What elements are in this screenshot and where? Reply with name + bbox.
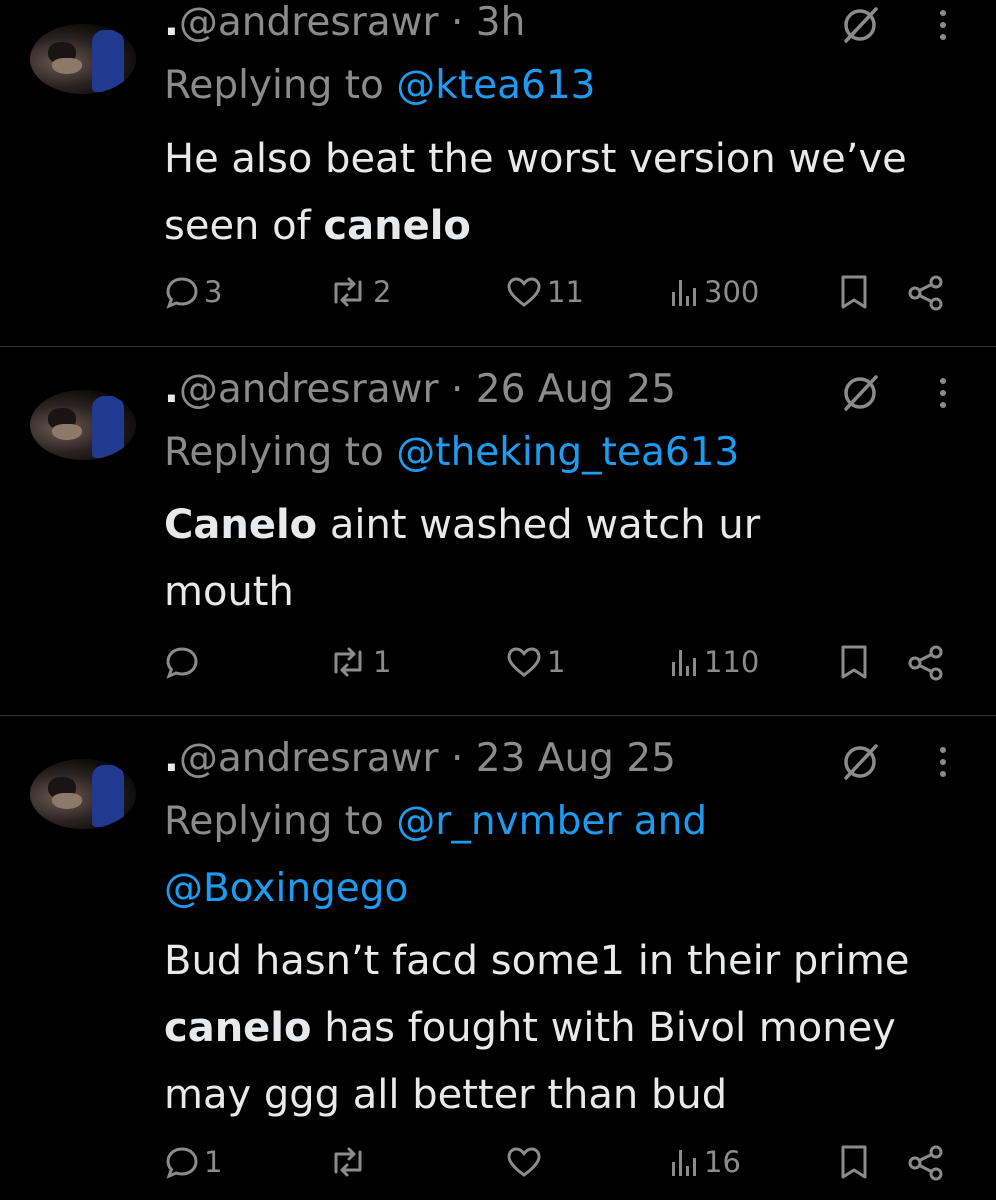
tweet-text: He also beat the worst version we’ve see… xyxy=(164,126,964,260)
like-button[interactable]: 1 xyxy=(505,644,565,680)
mention-link[interactable]: @Boxingego xyxy=(164,866,408,911)
mention-link[interactable]: @r_nvmber and xyxy=(396,799,707,844)
like-count: 1 xyxy=(547,645,566,679)
avatar[interactable] xyxy=(30,759,136,829)
text-highlight: canelo xyxy=(164,1005,312,1051)
share-icon[interactable] xyxy=(906,644,946,682)
repost-icon xyxy=(334,1147,362,1177)
timestamp[interactable]: 23 Aug 25 xyxy=(476,736,676,781)
like-button[interactable]: 11 xyxy=(505,274,584,310)
share-icon[interactable] xyxy=(906,1144,946,1182)
replying-to: Replying to @ktea613 xyxy=(164,52,596,119)
views-button[interactable]: 16 xyxy=(668,1144,741,1180)
heart-icon xyxy=(507,1147,541,1177)
repost-icon xyxy=(334,647,362,677)
views-button[interactable]: 300 xyxy=(668,274,759,310)
tweet[interactable]: .@andresrawr · 3h Replying to @ktea613 H… xyxy=(0,0,996,346)
like-button[interactable] xyxy=(505,1144,547,1180)
like-count: 11 xyxy=(547,275,584,309)
heart-icon xyxy=(507,277,541,307)
heart-icon xyxy=(507,647,541,677)
user-handle[interactable]: @andresrawr xyxy=(179,736,439,781)
repost-button[interactable]: 2 xyxy=(327,274,391,310)
repost-count: 2 xyxy=(373,275,392,309)
display-name[interactable]: . xyxy=(164,736,179,781)
tweet-header: .@andresrawr · 26 Aug 25 xyxy=(164,367,676,413)
views-icon xyxy=(672,650,696,676)
timestamp[interactable]: 3h xyxy=(476,0,526,45)
tweet-text: Canelo aint washed watch ur mouth xyxy=(164,492,864,626)
reply-count: 3 xyxy=(204,275,223,309)
mention-link[interactable]: @theking_tea613 xyxy=(396,430,739,475)
tweet-header: .@andresrawr · 23 Aug 25 xyxy=(164,736,676,782)
reply-count: 1 xyxy=(204,1145,223,1179)
reply-button[interactable]: 3 xyxy=(164,274,222,310)
avatar[interactable] xyxy=(30,24,136,94)
views-button[interactable]: 110 xyxy=(668,644,759,680)
display-name[interactable]: . xyxy=(164,0,179,45)
grok-icon[interactable] xyxy=(838,371,882,415)
bookmark-icon[interactable] xyxy=(838,644,870,680)
bookmark-icon[interactable] xyxy=(838,274,870,310)
repost-count: 1 xyxy=(373,645,392,679)
replying-to: Replying to @theking_tea613 xyxy=(164,419,739,486)
display-name[interactable]: . xyxy=(164,367,179,412)
action-bar: 1 16 xyxy=(0,1144,996,1194)
reply-icon xyxy=(166,1147,198,1179)
separator: · xyxy=(438,367,476,412)
bookmark-icon[interactable] xyxy=(838,1144,870,1180)
replying-to-label: Replying to xyxy=(164,63,397,108)
repost-button[interactable]: 1 xyxy=(327,644,391,680)
text-highlight: canelo xyxy=(323,203,471,249)
repost-icon xyxy=(334,277,362,307)
replying-to-label: Replying to xyxy=(164,430,397,475)
views-icon xyxy=(672,1150,696,1176)
tweet-header: .@andresrawr · 3h xyxy=(164,0,525,46)
user-handle[interactable]: @andresrawr xyxy=(179,367,439,412)
reply-icon xyxy=(166,647,198,679)
reply-button[interactable]: 1 xyxy=(164,1144,222,1180)
grok-icon[interactable] xyxy=(838,3,882,47)
avatar[interactable] xyxy=(30,390,136,460)
share-icon[interactable] xyxy=(906,274,946,312)
grok-icon[interactable] xyxy=(838,740,882,784)
text-highlight: Canelo xyxy=(164,502,318,548)
views-icon xyxy=(672,280,696,306)
user-handle[interactable]: @andresrawr xyxy=(179,0,439,45)
more-icon[interactable] xyxy=(928,371,958,415)
view-count: 16 xyxy=(704,1145,741,1179)
text-segment: Bud hasn’t facd some1 in their prime xyxy=(164,938,910,984)
separator: · xyxy=(438,736,476,781)
repost-button[interactable] xyxy=(327,1144,373,1180)
tweet[interactable]: .@andresrawr · 26 Aug 25 Replying to @th… xyxy=(0,347,996,715)
reply-icon xyxy=(166,277,198,309)
timestamp[interactable]: 26 Aug 25 xyxy=(476,367,676,412)
mention-link[interactable]: @ktea613 xyxy=(396,63,595,108)
tweet[interactable]: .@andresrawr · 23 Aug 25 Replying to @r_… xyxy=(0,716,996,1200)
separator: · xyxy=(438,0,476,45)
action-bar: 1 1 110 xyxy=(0,644,996,694)
view-count: 300 xyxy=(704,275,760,309)
replying-to-label: Replying to xyxy=(164,799,397,844)
text-segment: He also beat the worst version we’ve see… xyxy=(164,136,907,249)
more-icon[interactable] xyxy=(928,3,958,47)
tweet-text: Bud hasn’t facd some1 in their prime can… xyxy=(164,928,974,1129)
view-count: 110 xyxy=(704,645,760,679)
more-icon[interactable] xyxy=(928,740,958,784)
replying-to: Replying to @r_nvmber and @Boxingego xyxy=(164,788,707,922)
reply-button[interactable] xyxy=(164,644,204,680)
action-bar: 3 2 11 300 xyxy=(0,274,996,324)
